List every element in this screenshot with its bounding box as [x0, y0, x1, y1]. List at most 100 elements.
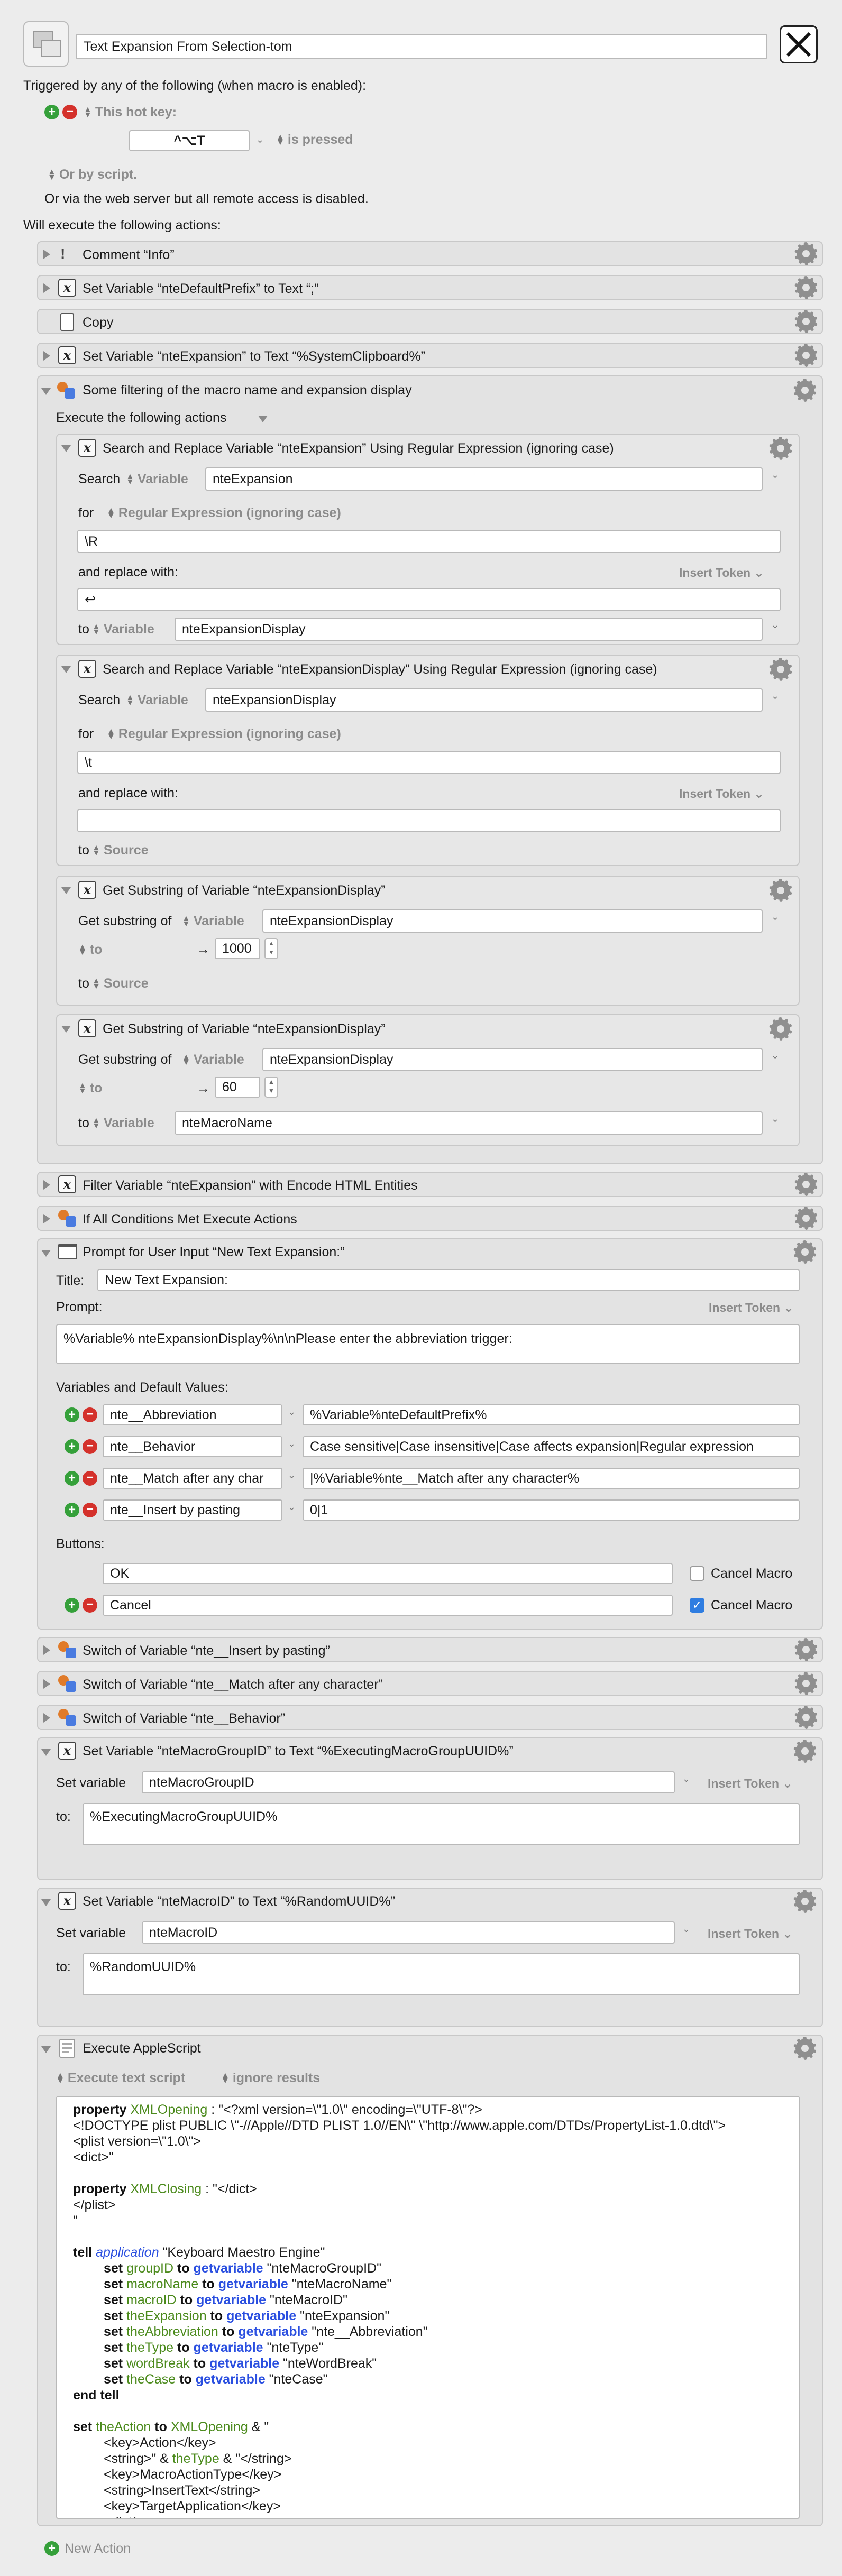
chevron-down-icon[interactable]: ⌄ — [256, 134, 264, 145]
chevron-down-icon[interactable]: ⌄ — [288, 1470, 296, 1481]
chevron-down-icon[interactable]: ⌄ — [288, 1438, 296, 1449]
action-switch-insert-pasting[interactable]: Switch of Variable “nte__Insert by pasti… — [37, 1637, 823, 1662]
action-filter-html[interactable]: x Filter Variable “nteExpansion” with En… — [37, 1172, 823, 1197]
disclosure-triangle[interactable] — [61, 887, 71, 894]
close-button[interactable] — [780, 25, 818, 63]
chevron-down-icon[interactable]: ⌄ — [771, 691, 779, 702]
button-name-field[interactable]: OK — [103, 1563, 673, 1584]
gear-icon[interactable] — [794, 344, 818, 367]
chevron-down-icon[interactable]: ⌄ — [771, 1050, 779, 1061]
cancel-macro-checkbox[interactable] — [690, 1566, 704, 1581]
search-type-selector[interactable]: ▲ ▼ Variable — [126, 693, 188, 708]
gear-icon[interactable] — [794, 1173, 818, 1196]
gear-icon[interactable] — [794, 1672, 818, 1695]
replace-field[interactable]: ↩ — [77, 588, 781, 611]
range-type-selector[interactable]: ▲ ▼ to — [78, 942, 102, 958]
chevron-down-icon[interactable]: ⌄ — [288, 1502, 296, 1513]
action-switch-match-any[interactable]: Switch of Variable “nte__Match after any… — [37, 1671, 823, 1696]
variable-name-field[interactable]: nte__Insert by pasting — [103, 1499, 282, 1521]
remove-button-button[interactable]: − — [83, 1598, 97, 1613]
variable-name-field[interactable]: nte__Behavior — [103, 1436, 282, 1457]
action-copy[interactable]: Copy — [37, 309, 823, 334]
variable-name-field[interactable]: nte__Abbreviation — [103, 1404, 282, 1425]
trigger-type-selector[interactable]: ▲ ▼ This hot key: — [84, 105, 177, 120]
gear-icon[interactable] — [769, 879, 792, 902]
add-variable-button[interactable]: + — [65, 1407, 79, 1422]
disclosure-triangle[interactable] — [41, 1749, 51, 1756]
disclosure-triangle[interactable] — [41, 388, 51, 395]
remove-variable-button[interactable]: − — [83, 1439, 97, 1454]
variable-default-field[interactable]: |%Variable%nte__Match after any characte… — [303, 1468, 800, 1489]
gear-icon[interactable] — [794, 1638, 818, 1661]
remove-trigger-button[interactable]: − — [62, 105, 77, 119]
action-if-conditions[interactable]: If All Conditions Met Execute Actions — [37, 1206, 823, 1231]
script-trigger-selector[interactable]: ▲ ▼ Or by script. — [48, 167, 137, 182]
action-set-expansion[interactable]: x Set Variable “nteExpansion” to Text “%… — [37, 343, 823, 368]
gear-icon[interactable] — [794, 1207, 818, 1230]
gear-icon[interactable] — [794, 276, 818, 299]
script-editor[interactable]: property XMLOpening : "<?xml version=\"1… — [56, 2096, 800, 2519]
gear-icon[interactable] — [793, 1240, 817, 1264]
disclosure-triangle[interactable] — [43, 1713, 50, 1723]
insert-token-button[interactable]: Insert Token ⌄ — [709, 1301, 794, 1315]
set-variable-field[interactable]: nteMacroID — [142, 1921, 675, 1944]
remove-variable-button[interactable]: − — [83, 1471, 97, 1486]
hot-key-state-selector[interactable]: ▲ ▼ is pressed — [276, 132, 353, 148]
chevron-down-icon[interactable]: ⌄ — [682, 1924, 690, 1935]
add-variable-button[interactable]: + — [65, 1471, 79, 1486]
disclosure-triangle[interactable] — [43, 1645, 50, 1655]
chevron-down-icon[interactable]: ⌄ — [771, 1114, 779, 1125]
text-value-field[interactable]: %ExecutingMacroGroupUUID% — [83, 1803, 800, 1845]
to-type-selector[interactable]: ▲ ▼ Variable — [92, 1116, 154, 1131]
disclosure-triangle[interactable] — [43, 283, 50, 293]
to-type-selector[interactable]: ▲ ▼ Source — [92, 976, 149, 991]
variable-default-field[interactable]: %Variable%nteDefaultPrefix% — [303, 1404, 800, 1425]
add-button-button[interactable]: + — [65, 1598, 79, 1613]
gear-icon[interactable] — [769, 437, 792, 460]
gear-icon[interactable] — [793, 379, 817, 402]
for-type-selector[interactable]: ▲ ▼ Regular Expression (ignoring case) — [107, 505, 341, 521]
add-variable-button[interactable]: + — [65, 1439, 79, 1454]
chevron-down-icon[interactable]: ⌄ — [682, 1773, 690, 1784]
prompt-text-field[interactable]: %Variable% nteExpansionDisplay%\n\nPleas… — [56, 1324, 800, 1364]
hot-key-field[interactable]: ^⌥T — [129, 130, 250, 151]
variable-default-field[interactable]: 0|1 — [303, 1499, 800, 1521]
script-mode-selector[interactable]: ▲ ▼ Execute text script — [56, 2071, 185, 2086]
regex-field[interactable]: \t — [77, 751, 781, 774]
search-variable-field[interactable]: nteExpansionDisplay — [205, 688, 763, 712]
insert-token-button[interactable]: Insert Token ⌄ — [708, 1777, 793, 1791]
chevron-down-icon[interactable]: ⌄ — [771, 912, 779, 923]
variable-default-field[interactable]: Case sensitive|Case insensitive|Case aff… — [303, 1436, 800, 1457]
range-type-selector[interactable]: ▲ ▼ to — [78, 1081, 102, 1096]
gear-icon[interactable] — [794, 310, 818, 333]
results-mode-selector[interactable]: ▲ ▼ ignore results — [221, 2071, 320, 2086]
disclosure-triangle[interactable] — [41, 2046, 51, 2053]
substring-type-selector[interactable]: ▲ ▼ Variable — [182, 1052, 244, 1068]
cancel-macro-checkbox[interactable]: ✓ — [690, 1598, 704, 1613]
replace-field[interactable] — [77, 809, 781, 832]
action-switch-behavior[interactable]: Switch of Variable “nte__Behavior” — [37, 1705, 823, 1730]
action-set-default-prefix[interactable]: x Set Variable “nteDefaultPrefix” to Tex… — [37, 275, 823, 300]
remove-variable-button[interactable]: − — [83, 1503, 97, 1517]
macro-name-field[interactable]: Text Expansion From Selection-tom — [76, 34, 767, 59]
disclosure-triangle[interactable] — [43, 1679, 50, 1689]
chevron-down-icon[interactable]: ⌄ — [771, 620, 779, 631]
stepper[interactable]: ▲ ▼ — [264, 1077, 278, 1098]
substring-variable-field[interactable]: nteExpansionDisplay — [262, 909, 763, 933]
gear-icon[interactable] — [793, 1890, 817, 1913]
variable-name-field[interactable]: nte__Match after any char — [103, 1468, 282, 1489]
count-field[interactable]: 60 — [215, 1077, 260, 1098]
to-variable-field[interactable]: nteMacroName — [175, 1111, 763, 1135]
insert-token-button[interactable]: Insert Token ⌄ — [679, 566, 764, 580]
new-action-icon[interactable]: + — [44, 2541, 59, 2556]
button-name-field[interactable]: Cancel — [103, 1595, 673, 1616]
disclosure-triangle[interactable] — [43, 1214, 50, 1223]
prompt-title-field[interactable]: New Text Expansion: — [97, 1269, 800, 1291]
gear-icon[interactable] — [769, 1017, 792, 1041]
for-type-selector[interactable]: ▲ ▼ Regular Expression (ignoring case) — [107, 726, 341, 742]
gear-icon[interactable] — [793, 2037, 817, 2060]
gear-icon[interactable] — [794, 1706, 818, 1729]
stepper[interactable]: ▲ ▼ — [264, 938, 278, 959]
disclosure-triangle[interactable] — [41, 1250, 51, 1257]
disclosure-triangle[interactable] — [43, 250, 50, 259]
